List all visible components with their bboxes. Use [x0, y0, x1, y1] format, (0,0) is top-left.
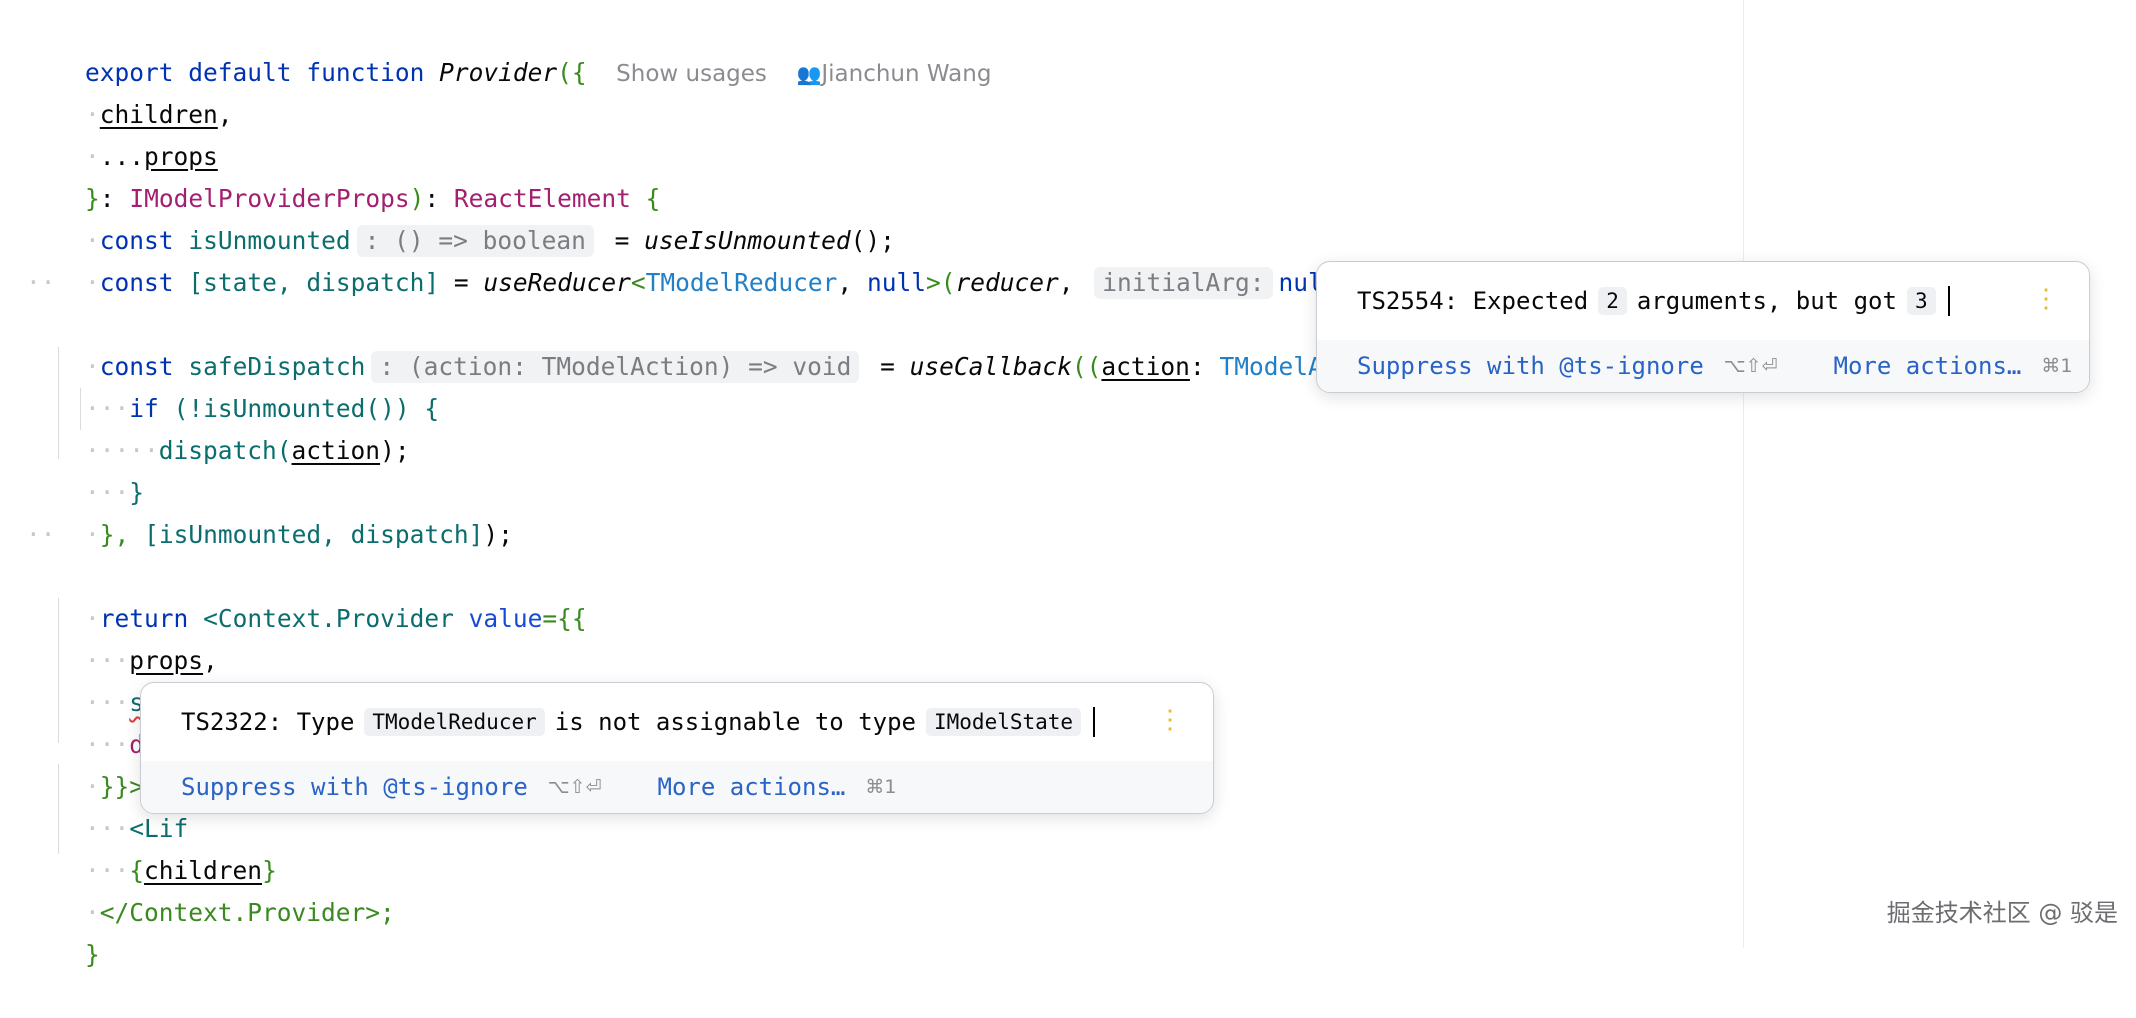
code-line-14[interactable]: ·return <Context.Provider value={{ — [26, 556, 587, 633]
suppress-ts-ignore-link[interactable]: Suppress with @ts-ignore — [181, 773, 528, 801]
type-hint: : (action: TModelAction) => void — [371, 351, 860, 383]
error-mid: arguments, but got — [1636, 287, 1897, 315]
code-line-10[interactable]: ·····dispatch(action); — [26, 388, 410, 465]
text-caret — [1093, 707, 1096, 737]
equals: = — [453, 268, 469, 297]
code-chip: TModelReducer — [364, 708, 545, 736]
close-brace: } — [85, 940, 100, 969]
code-line-18[interactable]: ·}}> — [26, 724, 144, 801]
code-line-2[interactable]: ·children, — [26, 52, 233, 129]
more-actions-link[interactable]: More actions… — [1834, 352, 2022, 380]
destructured-vars: [state, dispatch] — [188, 268, 440, 297]
comma: , — [217, 100, 233, 129]
code-line-21[interactable]: ·</Context.Provider>; — [26, 850, 395, 927]
arg-action: action — [291, 436, 381, 465]
people-icon: 👥 — [796, 62, 822, 86]
deps-array: [isUnmounted, dispatch] — [144, 520, 484, 549]
more-actions-link[interactable]: More actions… — [658, 773, 846, 801]
keyword-const: const — [99, 268, 174, 297]
show-usages-link[interactable]: Show usages — [616, 61, 767, 87]
open-brace: ({ — [557, 58, 587, 87]
error-message: TS2322: Type TModelReducer is not assignab… — [181, 707, 1096, 737]
keyword-function: function — [306, 58, 425, 87]
generic-null: null — [866, 268, 926, 297]
call-end: ); — [380, 436, 410, 465]
code-line-4[interactable]: }: IModelProviderProps): ReactElement { — [26, 136, 660, 213]
code-line-3[interactable]: ·...props — [26, 94, 218, 171]
open-paren: (( — [1071, 352, 1102, 381]
error-popup-ts2554[interactable]: TS2554: Expected 2 arguments, but got 3 ⋮ S… — [1316, 261, 2090, 393]
error-prefix: TS2554: Expected — [1357, 287, 1589, 315]
arg-reducer: reducer — [955, 268, 1059, 297]
error-popup-ts2322[interactable]: TS2322: Type TModelReducer is not assignab… — [140, 682, 1214, 814]
code-line-7[interactable]: ·· — [26, 262, 56, 304]
code-line-15[interactable]: ···props, — [26, 598, 218, 675]
close-brace: }, — [99, 520, 130, 549]
error-mid: is not assignable to type — [554, 708, 916, 736]
shortcut-hint: ⌘1 — [865, 776, 897, 798]
function-name: Provider — [439, 58, 558, 87]
equals: = — [880, 352, 895, 381]
code-line-9[interactable]: ···if (!isUnmounted()) { — [26, 346, 439, 423]
jsx-attr: value — [468, 604, 543, 633]
code-line-20[interactable]: ···{children} — [26, 808, 277, 885]
function-call: dispatch( — [158, 436, 292, 465]
indent-dots: · — [85, 520, 100, 549]
popup-message-row: TS2322: Type TModelReducer is not assignab… — [141, 683, 1213, 761]
jsx-tag: <Context.Provider — [203, 604, 454, 633]
jsx-close-tag: </Context.Provider>; — [99, 898, 395, 927]
more-options-icon[interactable]: ⋮ — [1157, 707, 1183, 733]
more-options-icon[interactable]: ⋮ — [2033, 286, 2059, 312]
code-line-16[interactable]: ···state, — [26, 640, 218, 717]
generic-open: < — [630, 268, 646, 297]
popup-actions-row: Suppress with @ts-ignore ⌥⇧⏎ More action… — [141, 761, 1213, 813]
generic-close: >( — [925, 268, 956, 297]
suppress-ts-ignore-link[interactable]: Suppress with @ts-ignore — [1357, 352, 1704, 380]
error-prefix: TS2322: Type — [181, 708, 355, 736]
text-caret — [1947, 286, 1950, 316]
popup-message-row: TS2554: Expected 2 arguments, but got 3 ⋮ — [1317, 262, 2089, 340]
jsx-expr-open: ={{ — [542, 604, 587, 633]
code-line-11[interactable]: ···} — [26, 430, 144, 507]
author-link[interactable]: Jianchun Wang — [821, 61, 991, 87]
code-chip: IModelState — [926, 708, 1082, 736]
param-hint: initialArg: — [1094, 267, 1273, 299]
popup-actions-row: Suppress with @ts-ignore ⌥⇧⏎ More action… — [1317, 340, 2089, 392]
colon: : — [1189, 352, 1205, 381]
code-line-5[interactable]: ·const isUnmounted: () => boolean = useI… — [26, 178, 895, 257]
indent-dots: · — [85, 268, 100, 297]
function-call: useReducer — [483, 268, 631, 297]
code-line-12[interactable]: ·}, [isUnmounted, dispatch]); — [26, 472, 513, 549]
code-chip: 3 — [1906, 287, 1936, 315]
param-action: action — [1101, 352, 1190, 381]
shortcut-hint: ⌥⇧⏎ — [1723, 355, 1778, 377]
code-line-22[interactable]: } — [26, 892, 100, 969]
error-message: TS2554: Expected 2 arguments, but got 3 — [1357, 286, 1950, 316]
shortcut-hint: ⌘1 — [2041, 355, 2073, 377]
right-margin-guide — [1743, 0, 1744, 948]
watermark: 掘金技术社区 @ 驳是 — [1886, 899, 2118, 927]
code-chip: 2 — [1598, 287, 1627, 315]
generic-type: TModelReducer — [645, 268, 838, 297]
shortcut-hint: ⌥⇧⏎ — [547, 776, 602, 798]
code-line-8[interactable]: ·const safeDispatch: (action: TModelActi… — [26, 304, 1396, 383]
code-line-6[interactable]: ·const [state, dispatch] = useReducer<TM… — [26, 220, 1662, 299]
code-line-13[interactable]: ·· — [26, 514, 56, 556]
call-end: ); — [483, 520, 513, 549]
comma: , — [837, 268, 853, 297]
code-line-1[interactable]: export default function Provider({ Show … — [26, 10, 991, 87]
function-call: useCallback — [909, 352, 1072, 381]
